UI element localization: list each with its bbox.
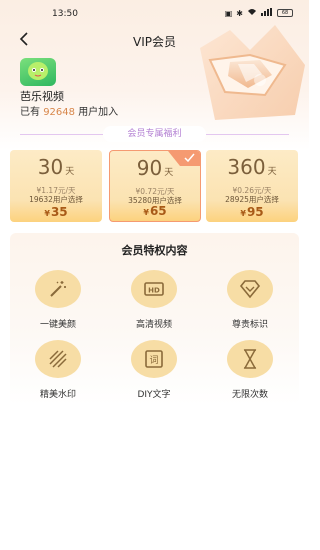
benefit-label: DIY文字: [137, 390, 171, 400]
wifi-icon: [247, 8, 257, 18]
benefit-unlimited: 无限次数: [210, 340, 290, 400]
plan-days: 360 天: [206, 155, 298, 179]
plan-price: ¥65: [110, 203, 200, 219]
magic-wand-icon: [35, 270, 81, 308]
benefits-title: 会员特权内容: [121, 244, 188, 257]
plan-price: ¥95: [206, 204, 298, 220]
plan-card-360[interactable]: 360 天 ¥0.26元/天 28925用户选择 ¥95: [206, 150, 298, 222]
hd-icon: HD: [131, 270, 177, 308]
plan-days-number: 360: [227, 155, 266, 179]
text-box-icon: 词: [131, 340, 177, 378]
app-name: 芭乐视频: [20, 90, 64, 103]
benefit-badge: 尊贵标识: [210, 270, 290, 330]
benefit-label: 精美水印: [39, 390, 76, 400]
battery-icon: 68: [277, 9, 293, 17]
nfc-icon: ▣: [224, 8, 233, 18]
plan-price: ¥35: [10, 204, 102, 220]
user-count: 已有 92648 用户加入: [20, 103, 118, 118]
svg-text:HD: HD: [148, 287, 160, 295]
benefit-beauty: 一键美颜: [18, 270, 98, 330]
section-label: 会员专属福利: [103, 126, 206, 142]
status-time: 13:50: [52, 9, 78, 19]
app-logo: [20, 58, 56, 86]
divider-left: [20, 134, 103, 135]
plan-price-value: 35: [50, 205, 68, 219]
user-count-number: 92648: [43, 107, 75, 118]
plan-days-number: 30: [37, 155, 64, 179]
plan-days-unit: 天: [164, 168, 174, 178]
plan-price-value: 95: [246, 205, 264, 219]
plan-days-unit: 天: [65, 167, 75, 177]
bluetooth-icon: ✱: [236, 8, 243, 18]
plan-list: 30 天 ¥1.17元/天 19632用户选择 ¥35 90 天 ¥0.72元/天 …: [10, 150, 300, 222]
signal-icon: [261, 8, 273, 18]
plan-currency: ¥: [143, 208, 149, 217]
user-count-prefix: 已有: [20, 107, 40, 118]
plan-days-unit: 天: [267, 167, 277, 177]
divider-right: [206, 134, 289, 135]
benefit-diy-text: 词 DIY文字: [114, 340, 194, 400]
benefit-hd: HD 高清视频: [114, 270, 194, 330]
svg-text:词: 词: [149, 355, 158, 366]
plan-price-value: 65: [149, 204, 167, 218]
plan-card-90[interactable]: 90 天 ¥0.72元/天 35280用户选择 ¥65: [109, 150, 201, 222]
page-title: VIP会员: [133, 35, 176, 49]
plan-currency: ¥: [240, 209, 246, 218]
plan-days: 30 天: [10, 155, 102, 179]
diamond-icon: [227, 270, 273, 308]
plan-days-number: 90: [136, 156, 163, 180]
nav-bar: VIP会员: [0, 30, 309, 52]
benefit-label: 高清视频: [135, 320, 172, 330]
plan-days: 90 天: [110, 156, 200, 180]
benefit-label: 无限次数: [231, 390, 268, 400]
benefits-panel: 会员特权内容 一键美颜 HD 高清视频 尊贵标识 精美水印 词 DIY文字 无限…: [10, 233, 299, 405]
benefit-label: 尊贵标识: [231, 320, 268, 330]
benefit-label: 一键美颜: [39, 320, 76, 330]
watermark-icon: [35, 340, 81, 378]
plan-card-30[interactable]: 30 天 ¥1.17元/天 19632用户选择 ¥35: [10, 150, 102, 222]
user-count-suffix: 用户加入: [78, 107, 119, 118]
status-icons: ▣ ✱ 68: [225, 8, 293, 18]
benefit-watermark: 精美水印: [18, 340, 98, 400]
hourglass-icon: [227, 340, 273, 378]
plan-currency: ¥: [44, 209, 50, 218]
